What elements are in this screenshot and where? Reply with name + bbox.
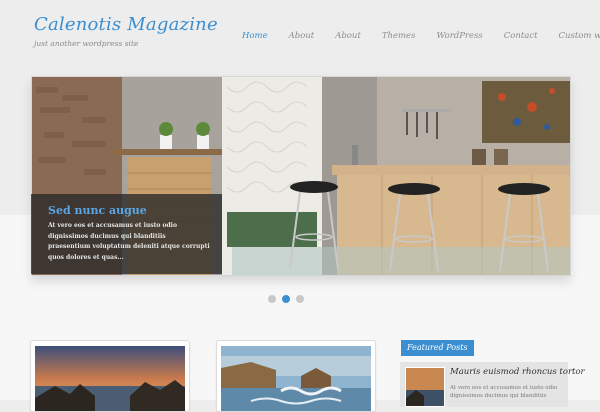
coast-waves-image xyxy=(221,346,371,411)
slider-dot-3[interactable] xyxy=(296,295,304,303)
slide-caption-title[interactable]: Sed nunc augue xyxy=(48,204,210,217)
site-tagline: just another wordpress site xyxy=(34,39,139,48)
nav-item-themes[interactable]: Themes xyxy=(382,31,416,41)
nav-item-custom-work[interactable]: Custom work xyxy=(559,31,600,41)
nav-item-home[interactable]: Home xyxy=(242,31,268,41)
slide-caption-text: At vero eos et accusamus et iusto odio d… xyxy=(48,222,210,261)
featured-post-excerpt: At vero eos et accusamus et iusto odio d… xyxy=(450,385,558,399)
post-card[interactable] xyxy=(30,340,190,412)
brand: Calenotis Magazine just another wordpres… xyxy=(34,14,218,48)
main-nav: Home About About Themes WordPress Contac… xyxy=(242,31,600,41)
post-thumbnail[interactable] xyxy=(35,346,185,411)
nav-item-about-2[interactable]: About xyxy=(335,31,361,41)
featured-posts-heading: Featured Posts xyxy=(401,340,474,356)
slider-dot-1[interactable] xyxy=(268,295,276,303)
slider-pagination xyxy=(268,295,304,303)
slider-dot-2[interactable] xyxy=(282,295,290,303)
sunset-thumb-image xyxy=(406,368,444,406)
post-card[interactable] xyxy=(216,340,376,412)
sunset-rocks-image xyxy=(35,346,185,411)
site-title[interactable]: Calenotis Magazine xyxy=(34,14,218,35)
featured-post-title[interactable]: Mauris euismod rhoncus tortor xyxy=(450,367,585,377)
slide-caption[interactable]: Sed nunc augue At vero eos et accusamus … xyxy=(31,194,222,274)
post-thumbnail[interactable] xyxy=(221,346,371,411)
nav-item-contact[interactable]: Contact xyxy=(504,31,538,41)
nav-item-wordpress[interactable]: WordPress xyxy=(436,31,482,41)
nav-item-about[interactable]: About xyxy=(289,31,315,41)
featured-post-thumbnail[interactable] xyxy=(405,367,445,407)
